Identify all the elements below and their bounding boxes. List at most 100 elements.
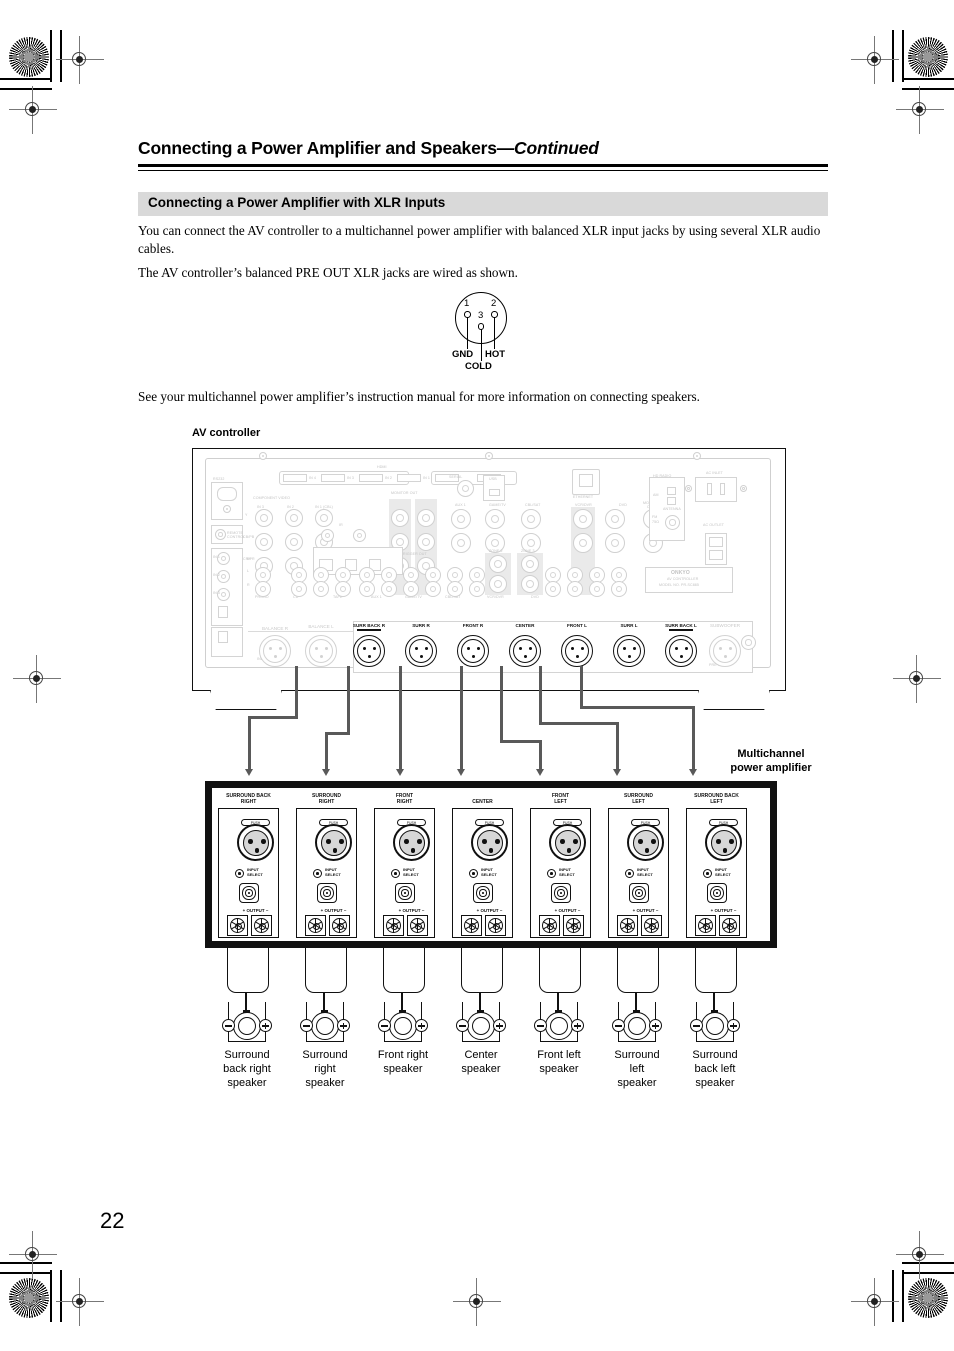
speaker-binding-post-plus[interactable]	[227, 915, 248, 936]
hdmi-in-3-label: IN 3	[347, 476, 354, 480]
output-minus-sign: −	[499, 908, 503, 913]
input-select-switch[interactable]	[547, 869, 556, 878]
speaker-cone-inner	[316, 1017, 334, 1035]
speaker-cone-inner	[394, 1017, 412, 1035]
speaker-caption-line2: back left	[694, 1063, 736, 1075]
amp-xlr-input-jack[interactable]	[315, 824, 352, 861]
speaker-caption-line1: Surround	[302, 1049, 348, 1061]
amp-xlr-input-jack[interactable]	[627, 824, 664, 861]
component-jack	[285, 533, 303, 551]
xlr-out-label-surr-back-l: SURR BACK L	[665, 623, 697, 628]
source-svideo-jack	[451, 533, 471, 553]
source-video-jack	[485, 509, 505, 529]
am-terminal-1	[667, 487, 676, 495]
speaker-caption-line1: Front left	[537, 1049, 581, 1061]
speaker-binding-post-minus[interactable]	[485, 915, 506, 936]
input-select-label: INPUT SELECT	[481, 867, 497, 877]
speaker-binding-post-plus[interactable]	[305, 915, 326, 936]
amp-xlr-input-jack[interactable]	[705, 824, 742, 861]
analog-audio-jack	[403, 581, 419, 597]
registration-mark-left-middle	[13, 655, 61, 703]
xlr-pin-3-lead	[480, 329, 482, 361]
speaker-binding-post-minus[interactable]	[329, 915, 350, 936]
balance-l-label: BALANCE L	[308, 624, 334, 629]
speaker-binding-post-plus[interactable]	[383, 915, 404, 936]
speaker-terminal-minus	[222, 1019, 235, 1032]
speaker-binding-post-minus[interactable]	[641, 915, 662, 936]
xlr-out-jack-surr-back-l	[665, 635, 697, 667]
analog-audio-jack	[359, 581, 375, 597]
speaker-binding-post-plus[interactable]	[539, 915, 560, 936]
speaker-binding-post-minus[interactable]	[719, 915, 740, 936]
speaker-binding-post-minus[interactable]	[407, 915, 428, 936]
xlr-pinout-diagram: 1 2 3 GND HOT COLD	[452, 292, 515, 378]
amp-xlr-input-jack[interactable]	[471, 824, 508, 861]
usb-label: USB	[489, 477, 497, 481]
page-number: 22	[100, 1208, 125, 1233]
speaker-binding-post-plus[interactable]	[461, 915, 482, 936]
component-jack	[255, 509, 273, 527]
fm-label: FM	[652, 515, 658, 519]
xlr-pin-1-lead	[467, 317, 469, 349]
speaker-caption-line2: right	[314, 1063, 336, 1075]
registration-mark-left-upper	[9, 86, 57, 134]
speaker-cone-inner	[238, 1017, 256, 1035]
xlr-pin-3-number: 3	[478, 310, 484, 321]
analog-audio-jack	[313, 581, 329, 597]
input-select-switch[interactable]	[469, 869, 478, 878]
amp-rca-input-jack[interactable]	[395, 883, 415, 903]
amp-rca-input-jack[interactable]	[473, 883, 493, 903]
speaker-binding-post-plus[interactable]	[695, 915, 716, 936]
input-select-switch[interactable]	[235, 869, 244, 878]
analog-audio-jack	[291, 581, 307, 597]
amp-rca-input-jack[interactable]	[239, 883, 259, 903]
source-video-jack	[573, 509, 593, 529]
amp-channel-label-line1: CENTER	[472, 799, 493, 805]
input-select-switch[interactable]	[625, 869, 634, 878]
input-group-rule	[248, 631, 358, 632]
speaker-caption-line2: back right	[223, 1063, 271, 1075]
speaker-lead-wire	[635, 992, 637, 1012]
onkyo-device-kind: AV CONTROLLER	[667, 577, 699, 581]
av-controller-caption: AV controller	[192, 427, 261, 439]
panel-screw-hole-right	[693, 452, 701, 460]
av-controller-rear-panel: HDMI IN 4 IN 3 IN 2 IN 1 RS232 REMOTE CO…	[192, 448, 786, 691]
amp-rca-input-jack[interactable]	[551, 883, 571, 903]
amp-rca-input-jack[interactable]	[317, 883, 337, 903]
speaker-binding-post-plus[interactable]	[617, 915, 638, 936]
amp-rca-input-jack[interactable]	[629, 883, 649, 903]
amp-xlr-input-jack[interactable]	[549, 824, 586, 861]
amp-channel-label: SURROUND BACK RIGHT	[212, 793, 285, 805]
output-word: OUTPUT	[402, 908, 421, 913]
hdmi-in-3	[321, 474, 345, 482]
output-plus-sign: +	[710, 908, 714, 913]
in2-label: IN 2	[213, 573, 220, 577]
amp-channel-module: PUSH INPUT SELECT + OUTPUT −	[530, 808, 591, 938]
amp-rca-input-jack[interactable]	[707, 883, 727, 903]
in1-label: IN 1	[213, 555, 220, 559]
speaker-caption-line2: speaker	[461, 1063, 501, 1075]
component-jack	[417, 533, 435, 551]
amp-channel-label-line2: LEFT	[710, 799, 723, 805]
zone2-r-jack	[489, 575, 507, 593]
onkyo-brand: ONKYO	[671, 570, 690, 576]
input-select-switch[interactable]	[391, 869, 400, 878]
xlr-hot-label: HOT	[485, 349, 506, 360]
speaker-terminal-minus	[612, 1019, 625, 1032]
input-select-switch[interactable]	[703, 869, 712, 878]
speaker-binding-post-minus[interactable]	[251, 915, 272, 936]
xlr-out-label-center: CENTER	[515, 623, 535, 628]
amp-xlr-input-jack[interactable]	[393, 824, 430, 861]
component-jack	[285, 509, 303, 527]
xlr-out-label-front-l: FRONT L	[567, 623, 587, 628]
speaker-caption-line3: speaker	[227, 1077, 267, 1089]
output-plus-sign: +	[320, 908, 324, 913]
ethernet-label: ETHERNET	[573, 495, 594, 499]
output-minus-sign: −	[421, 908, 425, 913]
speaker-output-label: + OUTPUT −	[615, 908, 676, 913]
amp-xlr-input-jack[interactable]	[237, 824, 274, 861]
amp-channel-label: SURROUND BACK LEFT	[680, 793, 753, 805]
body-paragraph-3: See your multichannel power amplifier’s …	[138, 389, 700, 404]
speaker-binding-post-minus[interactable]	[563, 915, 584, 936]
input-select-switch[interactable]	[313, 869, 322, 878]
